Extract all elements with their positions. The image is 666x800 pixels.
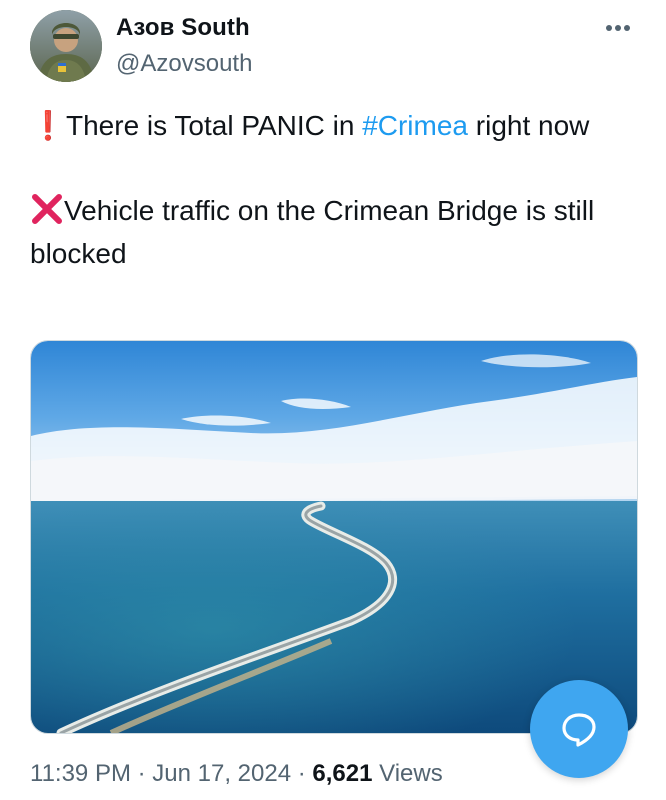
tweet-text: ❗There is Total PANIC in #Crimea right n… xyxy=(30,104,636,275)
tweet-photo[interactable] xyxy=(30,340,638,734)
more-horizontal-icon xyxy=(606,25,630,31)
views-label: Views xyxy=(372,760,443,787)
hashtag-link[interactable]: #Crimea xyxy=(362,110,468,141)
tweet-text-segment: Vehicle traffic on the Crimean Bridge is… xyxy=(30,195,595,269)
tweet-date[interactable]: Jun 17, 2024 xyxy=(152,760,291,787)
tweet-meta: 11:39 PM · Jun 17, 2024 · 6,621 Views xyxy=(30,760,443,788)
tweet-paragraph-1: ❗There is Total PANIC in #Crimea right n… xyxy=(30,104,636,147)
avatar[interactable] xyxy=(30,10,102,82)
crimean-bridge-photo xyxy=(31,341,637,733)
tweet-text-segment: right now xyxy=(468,110,590,141)
author-display-name[interactable]: Азов South xyxy=(116,14,250,42)
reply-bubble-icon xyxy=(562,713,596,747)
author-handle[interactable]: @Azovsouth xyxy=(116,50,252,78)
views-count: 6,621 xyxy=(312,760,373,787)
tweet-text-segment: There is Total PANIC in xyxy=(66,110,363,141)
exclamation-emoji-icon: ❗ xyxy=(30,110,66,141)
tweet-header: Азов South @Azovsouth xyxy=(30,10,636,82)
meta-separator: · xyxy=(130,760,153,787)
reply-floating-button[interactable] xyxy=(530,680,628,778)
meta-separator: · xyxy=(291,760,313,787)
cross-mark-emoji-icon xyxy=(32,194,62,224)
more-options-button[interactable] xyxy=(600,14,636,42)
tweet-paragraph-2: Vehicle traffic on the Crimean Bridge is… xyxy=(30,189,636,275)
tweet-time[interactable]: 11:39 PM xyxy=(30,760,131,787)
